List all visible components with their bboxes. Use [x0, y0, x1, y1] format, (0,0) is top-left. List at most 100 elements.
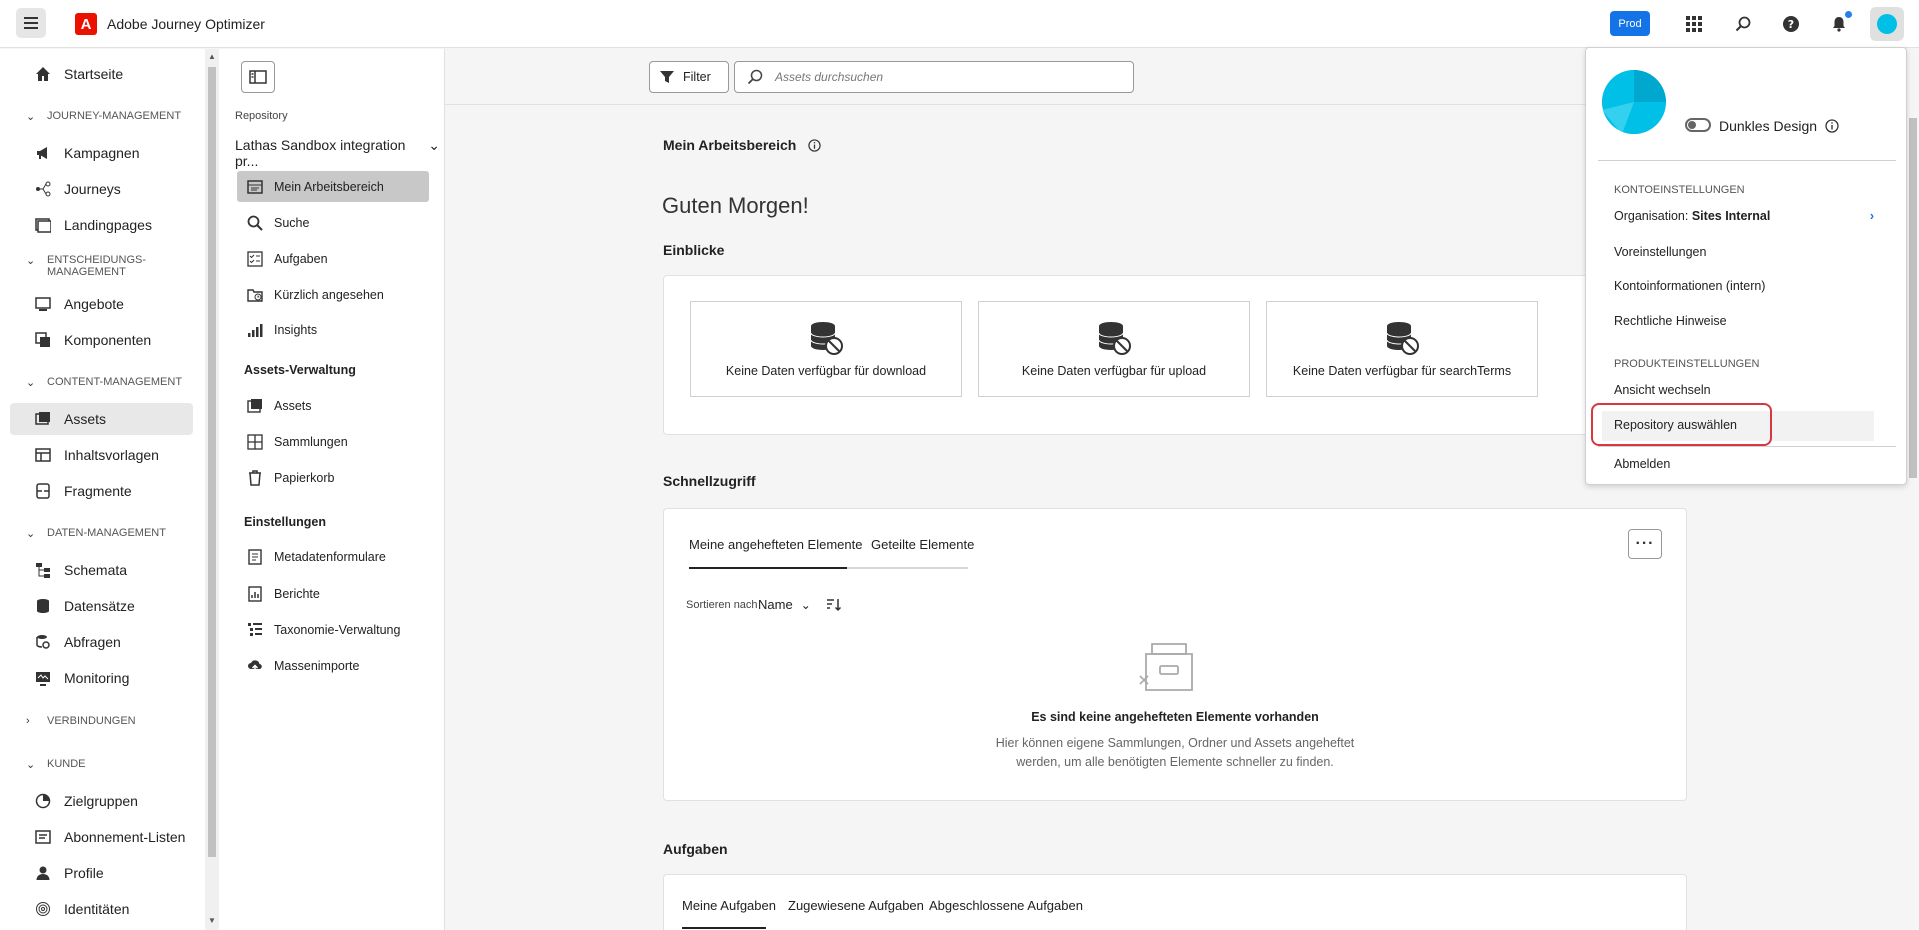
repo-item-taxonomy[interactable]: Taxonomie-Verwaltung: [237, 614, 429, 645]
repository-value: Lathas Sandbox integration pr...: [235, 137, 406, 169]
profile-avatar: [1602, 70, 1666, 134]
logout-item[interactable]: Abmelden: [1614, 457, 1670, 471]
repo-item-search[interactable]: Suche: [237, 207, 429, 238]
chevron-down-icon: ⌄: [26, 377, 36, 389]
bell-icon[interactable]: [1827, 9, 1854, 36]
chevron-down-icon: ⌄: [800, 597, 811, 612]
nav-section-kunde[interactable]: ⌄ KUNDE: [26, 758, 86, 771]
repo-item-insights[interactable]: Insights: [237, 314, 429, 345]
nav-item-landingpages[interactable]: Landingpages: [10, 209, 193, 241]
repo-item-label: Suche: [274, 215, 310, 230]
nav-item-angebote[interactable]: Angebote: [10, 288, 193, 320]
switch-view-item[interactable]: Ansicht wechseln: [1614, 383, 1711, 397]
repo-item-workspace[interactable]: Mein Arbeitsbereich: [237, 171, 429, 202]
left-navigation: Startseite ⌄ JOURNEY-MANAGEMENT Kampagnen…: [0, 49, 205, 930]
nav-item-inhaltsvorlagen[interactable]: Inhaltsvorlagen: [10, 439, 193, 471]
repo-item-label: Massenimporte: [274, 658, 360, 673]
highlight-annotation: [1591, 403, 1772, 446]
dark-mode-toggle[interactable]: [1685, 118, 1711, 132]
info-icon[interactable]: [808, 138, 821, 152]
dark-mode-text: Dunkles Design: [1719, 118, 1818, 134]
repo-item-label: Papierkorb: [274, 470, 335, 485]
scroll-down-icon[interactable]: ▼: [207, 916, 217, 926]
tab-completed-tasks[interactable]: Abgeschlossene Aufgaben: [929, 898, 1083, 913]
nav-item-startseite[interactable]: Startseite: [10, 58, 193, 90]
nav-label: Landingpages: [64, 217, 152, 233]
nav-section-content[interactable]: ⌄ CONTENT-MANAGEMENT: [26, 376, 182, 389]
repo-item-assets[interactable]: Assets: [237, 390, 429, 421]
nav-item-schemata[interactable]: Schemata: [10, 554, 193, 586]
nav-label: Inhaltsvorlagen: [64, 447, 159, 463]
repo-item-bulk-import[interactable]: Massenimporte: [237, 650, 429, 681]
nav-item-identitaeten[interactable]: Identitäten: [10, 893, 193, 925]
tab-shared[interactable]: Geteilte Elemente: [871, 537, 974, 552]
search-icon[interactable]: [1731, 12, 1755, 36]
nav-item-abfragen[interactable]: Abfragen: [10, 626, 193, 658]
nav-section-journey[interactable]: ⌄ JOURNEY-MANAGEMENT: [26, 110, 181, 123]
repo-item-trash[interactable]: Papierkorb: [237, 462, 429, 493]
sort-value: Name: [758, 597, 793, 612]
filter-button[interactable]: Filter: [649, 61, 729, 93]
main-scrollbar[interactable]: [1906, 104, 1919, 930]
repo-item-collections[interactable]: Sammlungen: [237, 426, 429, 457]
repo-item-reports[interactable]: Berichte: [237, 578, 429, 609]
nav-label: Angebote: [64, 296, 124, 312]
nav-section-entscheidung[interactable]: ⌄ ENTSCHEIDUNGS-MANAGEMENT: [26, 254, 157, 278]
hamburger-menu-button[interactable]: [16, 8, 46, 38]
nav-section-verbindungen[interactable]: › VERBINDUNGEN: [26, 715, 136, 727]
tab-my-tasks[interactable]: Meine Aufgaben: [682, 898, 776, 913]
repo-item-label: Aufgaben: [274, 251, 328, 266]
tab-underline: [689, 567, 847, 569]
repo-item-label: Insights: [274, 322, 318, 337]
help-icon[interactable]: ?: [1779, 12, 1803, 36]
nav-item-kampagnen[interactable]: Kampagnen: [10, 137, 193, 169]
info-icon[interactable]: [1825, 119, 1839, 133]
environment-badge[interactable]: Prod: [1610, 11, 1650, 36]
repo-item-recent[interactable]: Kürzlich angesehen: [237, 279, 429, 310]
nav-label: Abfragen: [64, 634, 121, 650]
nav-section-daten[interactable]: ⌄ DATEN-MANAGEMENT: [26, 527, 166, 540]
sort-select[interactable]: Name ⌄: [758, 597, 811, 612]
nav-item-journeys[interactable]: Journeys: [10, 173, 193, 205]
assets-search-input[interactable]: Assets durchsuchen: [734, 61, 1134, 93]
main-scroll-thumb[interactable]: [1909, 118, 1917, 478]
account-info-item[interactable]: Kontoinformationen (intern): [1614, 279, 1765, 293]
preferences-item[interactable]: Voreinstellungen: [1614, 245, 1706, 259]
repository-select[interactable]: Lathas Sandbox integration pr... ⌄: [235, 137, 440, 169]
tab-pinned[interactable]: Meine angehefteten Elemente: [689, 537, 862, 552]
more-options-button[interactable]: ···: [1628, 529, 1662, 559]
sort-label: Sortieren nach: [686, 599, 758, 611]
nav-scroll-thumb[interactable]: [208, 67, 216, 857]
nav-scrollbar[interactable]: ▲ ▼: [205, 49, 219, 930]
scroll-up-icon[interactable]: ▲: [207, 52, 217, 62]
nav-item-monitoring[interactable]: Monitoring: [10, 662, 193, 694]
nav-item-datensaetze[interactable]: Datensätze: [10, 590, 193, 622]
tab-assigned-tasks[interactable]: Zugewiesene Aufgaben: [788, 898, 924, 913]
app-title: Adobe Journey Optimizer: [107, 16, 265, 32]
panel-toggle-button[interactable]: [241, 61, 275, 93]
nav-item-fragmente[interactable]: Fragmente: [10, 475, 193, 507]
section-label: KUNDE: [47, 758, 86, 770]
app-switcher-icon[interactable]: [1682, 12, 1706, 36]
repo-item-tasks[interactable]: Aufgaben: [237, 243, 429, 274]
nav-item-zielgruppen[interactable]: Zielgruppen: [10, 785, 193, 817]
template-icon: [34, 446, 52, 464]
insights-title: Einblicke: [663, 242, 725, 258]
legal-notices-item[interactable]: Rechtliche Hinweise: [1614, 314, 1727, 328]
journey-icon: [34, 180, 52, 198]
top-bar: A Adobe Journey Optimizer Prod ?: [0, 0, 1919, 48]
repo-item-label: Taxonomie-Verwaltung: [274, 622, 401, 637]
profile-avatar-button[interactable]: [1870, 7, 1904, 41]
empty-inbox-icon: [1138, 640, 1206, 699]
nav-item-abonnement-listen[interactable]: Abonnement-Listen: [10, 821, 193, 853]
database-unavailable-icon: [1098, 322, 1131, 355]
insight-text: Keine Daten verfügbar für download: [725, 364, 927, 378]
nav-item-komponenten[interactable]: Komponenten: [10, 324, 193, 356]
nav-item-profile[interactable]: Profile: [10, 857, 193, 889]
nav-item-assets[interactable]: Assets: [10, 403, 193, 435]
section-label: ENTSCHEIDUNGS-MANAGEMENT: [47, 254, 147, 278]
section-label: DATEN-MANAGEMENT: [47, 527, 166, 539]
organization-item[interactable]: Organisation: Sites Internal ›: [1614, 209, 1874, 223]
sort-order-icon[interactable]: [826, 598, 842, 615]
repo-item-metadata-forms[interactable]: Metadatenformulare: [237, 541, 429, 572]
